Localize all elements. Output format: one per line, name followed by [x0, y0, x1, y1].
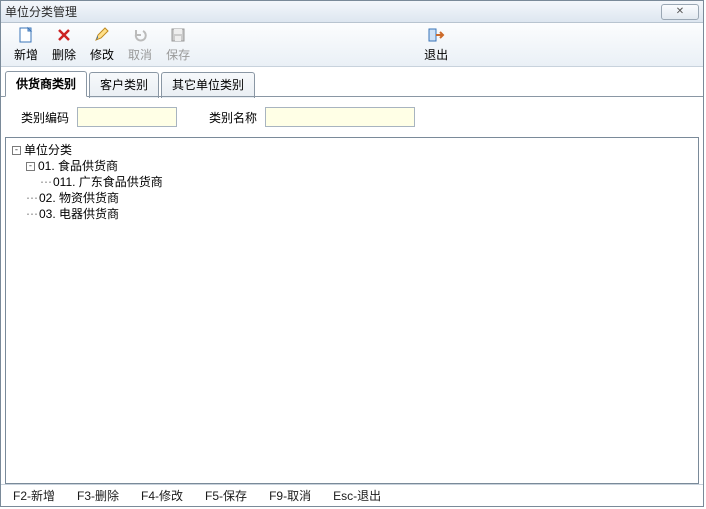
tab-customer-category[interactable]: 客户类别	[89, 72, 159, 98]
tree-leaf[interactable]: ⋯ 02. 物资供货商	[26, 190, 692, 206]
tab-label: 供货商类别	[16, 77, 76, 91]
edit-button[interactable]: 修改	[83, 23, 121, 66]
tree: - 单位分类 - 01. 食品供货商 ⋯	[12, 142, 692, 222]
new-button[interactable]: 新增	[7, 23, 45, 66]
tree-panel[interactable]: - 单位分类 - 01. 食品供货商 ⋯	[5, 137, 699, 484]
hint-f2: F2-新增	[13, 487, 55, 504]
filter-row: 类别编码 类别名称	[1, 97, 703, 137]
cancel-button[interactable]: 取消	[121, 23, 159, 66]
window-title: 单位分类管理	[5, 3, 661, 20]
tab-supplier-category[interactable]: 供货商类别	[5, 71, 87, 97]
statusbar: F2-新增 F3-删除 F4-修改 F5-保存 F9-取消 Esc-退出	[1, 484, 703, 506]
save-icon	[169, 26, 187, 44]
save-label: 保存	[166, 46, 190, 63]
tab-label: 客户类别	[100, 78, 148, 92]
tree-root[interactable]: - 单位分类	[12, 142, 692, 158]
close-icon: ✕	[676, 6, 684, 17]
window: 单位分类管理 ✕ 新增 删除 修改 取消	[0, 0, 704, 507]
tree-connector-icon: ⋯	[26, 190, 37, 206]
close-button[interactable]: ✕	[661, 4, 699, 20]
tabstrip: 供货商类别 客户类别 其它单位类别	[1, 67, 703, 97]
tree-node-label: 01. 食品供货商	[38, 158, 118, 174]
tree-leaf[interactable]: ⋯ 011. 广东食品供货商	[40, 174, 692, 190]
name-input[interactable]	[265, 107, 415, 127]
code-label: 类别编码	[21, 109, 69, 126]
edit-label: 修改	[90, 46, 114, 63]
hint-f4: F4-修改	[141, 487, 183, 504]
exit-button[interactable]: 退出	[417, 23, 455, 66]
tree-connector-icon: ⋯	[40, 174, 51, 190]
collapse-icon[interactable]: -	[26, 162, 35, 171]
tree-leaf[interactable]: ⋯ 03. 电器供货商	[26, 206, 692, 222]
toolbar: 新增 删除 修改 取消 保存	[1, 23, 703, 67]
hint-f5: F5-保存	[205, 487, 247, 504]
tree-node[interactable]: - 01. 食品供货商	[26, 158, 692, 174]
tab-other-category[interactable]: 其它单位类别	[161, 72, 255, 98]
tree-node-label: 03. 电器供货商	[39, 206, 119, 222]
new-label: 新增	[14, 46, 38, 63]
tree-connector-icon: ⋯	[26, 206, 37, 222]
delete-button[interactable]: 删除	[45, 23, 83, 66]
new-icon	[17, 26, 35, 44]
edit-icon	[93, 26, 111, 44]
tree-node-label: 02. 物资供货商	[39, 190, 119, 206]
hint-f3: F3-删除	[77, 487, 119, 504]
delete-label: 删除	[52, 46, 76, 63]
tree-node-label: 011. 广东食品供货商	[53, 174, 163, 190]
hint-f9: F9-取消	[269, 487, 311, 504]
tree-node-label: 单位分类	[24, 142, 72, 158]
exit-icon	[427, 26, 445, 44]
exit-label: 退出	[424, 46, 448, 63]
tab-label: 其它单位类别	[172, 78, 244, 92]
collapse-icon[interactable]: -	[12, 146, 21, 155]
undo-icon	[131, 26, 149, 44]
code-input[interactable]	[77, 107, 177, 127]
cancel-label: 取消	[128, 46, 152, 63]
name-label: 类别名称	[209, 109, 257, 126]
delete-icon	[55, 26, 73, 44]
titlebar: 单位分类管理 ✕	[1, 1, 703, 23]
hint-esc: Esc-退出	[333, 487, 381, 504]
save-button[interactable]: 保存	[159, 23, 197, 66]
